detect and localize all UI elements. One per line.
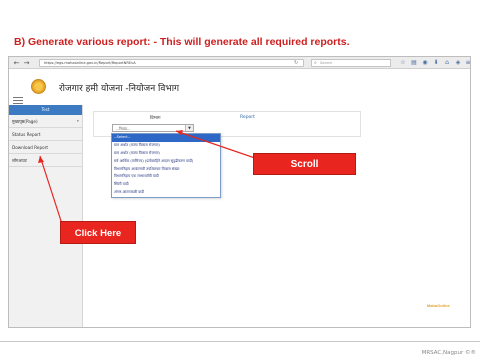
reading-list-icon[interactable]: ▤ — [410, 59, 418, 67]
slide-title: B) Generate various report: - This will … — [14, 36, 350, 48]
dropdown-option[interactable]: अंगण-आंतरजाळी यादी — [112, 189, 220, 197]
dropdown-option[interactable]: विभागनिहाय आबंटनाची तपशिलवार विकास संख्य… — [112, 166, 220, 174]
dropdown-option[interactable]: ग्राम अर्थात (मत्स्य विकास रोजगार) — [112, 150, 220, 158]
sidebar-item-label: Download Report — [12, 145, 49, 150]
menu-icon[interactable]: ≡ — [464, 59, 470, 67]
forward-icon[interactable]: → — [22, 59, 31, 67]
sidebar-item-label: Status Report — [12, 132, 41, 137]
back-icon[interactable]: ← — [12, 59, 21, 67]
department-label: विभाग — [150, 116, 161, 121]
browser-toolbar: ← → https://egs.mahaonline.gov.in/Report… — [9, 57, 470, 69]
department-dropdown-list[interactable]: --Select-- ग्राम अर्थात (मत्स्य विकास रो… — [111, 133, 221, 198]
extension-icon[interactable]: ◈ — [454, 59, 462, 67]
scroll-callout: Scroll — [253, 153, 356, 175]
report-label: Report — [240, 115, 255, 120]
sidebar-item-status-report[interactable]: Status Report — [9, 128, 82, 141]
sidebar-item-download-report[interactable]: Download Report — [9, 141, 82, 154]
footer-divider — [0, 341, 480, 342]
chevron-down-icon[interactable]: ▼ — [185, 125, 193, 131]
browser-search-input[interactable]: ⌕ Search — [311, 59, 391, 67]
dropdown-option[interactable]: ग्राम अर्थात (मत्स्य विकास रोजगार) — [112, 142, 220, 150]
dropdown-option[interactable]: --Select-- — [112, 134, 220, 142]
sidebar-item-home[interactable]: मुख्यपृष्ठ(Page) ▾ — [9, 115, 82, 128]
main-content: विभाग Report --निवडा-- ▼ --Select-- ग्रा… — [83, 105, 470, 327]
site-header: रोजगार हमी योजना -नियोजन विभाग — [9, 69, 470, 105]
bookmark-star-icon[interactable]: ☆ — [399, 59, 407, 67]
click-here-callout: Click Here — [60, 221, 136, 244]
site-title: रोजगार हमी योजना -नियोजन विभाग — [59, 84, 180, 94]
home-icon[interactable]: ⌂ — [443, 59, 451, 67]
sidebar: Test मुख्यपृष्ठ(Page) ▾ Status Report Do… — [9, 105, 83, 327]
sidebar-heading: Test — [9, 105, 82, 115]
download-icon[interactable]: ⬇ — [432, 59, 440, 67]
department-select-value: --निवडा-- — [116, 126, 130, 131]
department-select[interactable]: --निवडा-- ▼ — [112, 124, 194, 132]
mahaonline-logo: MahaOnline — [427, 303, 450, 308]
pocket-icon[interactable]: ◉ — [421, 59, 429, 67]
reload-icon[interactable]: ↻ — [294, 59, 298, 67]
government-emblem-icon — [31, 79, 46, 94]
slide-credit: MRSAC,Nagpur ©® — [421, 350, 476, 356]
dropdown-option[interactable]: स्थिती यादी — [112, 181, 220, 189]
search-placeholder: Search — [320, 61, 333, 65]
sidebar-item-label: मुख्यपृष्ठ(Page) — [12, 119, 38, 124]
dropdown-option[interactable]: सर्व आर्थिक (वाणिज्य) (प्रत्येकाहिने आदा… — [112, 158, 220, 166]
sidebar-item-label: लॉगआउट — [12, 158, 27, 163]
dropdown-option[interactable]: विभागनिहाय एक लाभार्थ्यांची यादी — [112, 173, 220, 181]
sidebar-item-logout[interactable]: लॉगआउट — [9, 154, 82, 167]
url-bar[interactable]: https://egs.mahaonline.gov.in/Report/Rep… — [39, 59, 304, 67]
chevron-down-icon: ▾ — [77, 119, 79, 123]
search-icon: ⌕ — [314, 60, 317, 66]
browser-screenshot: ← → https://egs.mahaonline.gov.in/Report… — [8, 56, 471, 328]
